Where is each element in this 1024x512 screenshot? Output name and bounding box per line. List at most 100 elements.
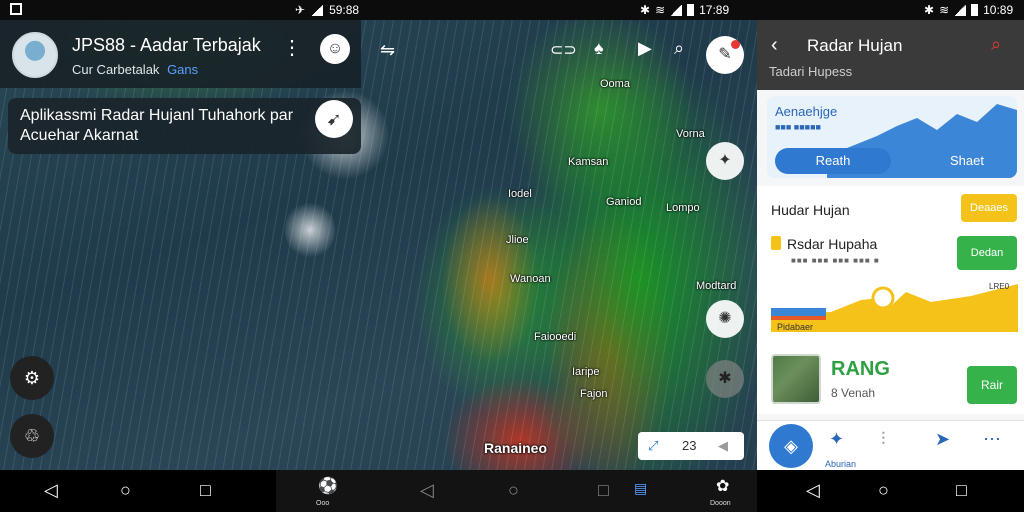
place-label: Iaripe bbox=[572, 366, 600, 378]
play-icon: ◀ bbox=[718, 438, 728, 453]
status-far: ✱ ≋ 10:89 bbox=[924, 3, 1013, 17]
nav-mid-right-label: Dooon bbox=[710, 500, 731, 507]
list-item[interactable]: Rsdar Hupaha ■■■ ■■■ ■■■ ■■■ ■ Dedan bbox=[757, 230, 1024, 272]
info-banner[interactable]: Aplikassmi Radar Hujanl Tuhahork par Acu… bbox=[8, 98, 361, 154]
status-mid: ✈ 59:88 bbox=[295, 3, 359, 17]
wifi-icon: ≋ bbox=[655, 3, 666, 17]
signal-icon bbox=[670, 4, 683, 16]
bolt-icon[interactable]: ♠ bbox=[594, 38, 604, 59]
nav-recents-icon[interactable]: □ bbox=[598, 480, 609, 501]
zoom-chip[interactable]: ⤢ 23 ◀ bbox=[638, 432, 744, 460]
smile-icon[interactable]: ☺ bbox=[320, 34, 350, 64]
nav-recents-icon[interactable]: □ bbox=[956, 480, 967, 501]
status-left bbox=[10, 3, 22, 15]
row-button[interactable]: Dedan bbox=[957, 236, 1017, 270]
nav-card-icon[interactable]: ▤ bbox=[634, 480, 647, 497]
card-subtitle: ■■■ ■■■■■ bbox=[775, 122, 821, 132]
recommend-subtitle: 8 Venah bbox=[831, 386, 876, 400]
map-toolbar: ⇋ ⊂⊃ ♠ ▶ ⌕ ✎ bbox=[380, 36, 757, 74]
gear-icon[interactable]: ⚙ bbox=[10, 356, 54, 400]
chart-label-right: LRE0 bbox=[989, 282, 1010, 291]
tab-star-icon[interactable]: ✦ bbox=[829, 429, 844, 450]
place-label: Kamsan bbox=[568, 156, 609, 168]
location-arrow-icon[interactable]: ➹ bbox=[315, 100, 353, 138]
rain-chart-card[interactable]: Pidabaer LRE0 bbox=[771, 272, 1018, 342]
recommend-button[interactable]: Rair bbox=[967, 366, 1017, 404]
kebab-menu-icon[interactable]: ⋮ bbox=[282, 38, 302, 58]
signal-icon bbox=[954, 4, 967, 16]
filter-icon[interactable]: ⇋ bbox=[380, 40, 395, 61]
recycle-icon[interactable]: ♲ bbox=[10, 414, 54, 458]
nav-home-icon[interactable]: ○ bbox=[878, 480, 889, 501]
row-title: Hudar Hujan bbox=[771, 202, 850, 218]
link-icon: ⤢ bbox=[648, 438, 659, 453]
row-title: Rsdar Hupaha bbox=[787, 236, 878, 252]
layers-icon[interactable]: ⊂⊃ bbox=[550, 40, 577, 60]
asterisk-icon[interactable]: ✱ bbox=[706, 360, 744, 398]
bluetooth-icon: ✱ bbox=[924, 3, 935, 17]
place-label: Ooma bbox=[600, 78, 630, 90]
toggle-left[interactable]: Reath bbox=[775, 148, 891, 174]
place-label: Fajon bbox=[580, 388, 608, 400]
bluetooth-icon: ✱ bbox=[640, 3, 651, 17]
row-button[interactable]: Deaaes bbox=[961, 194, 1017, 222]
chart-label-left: Pidabaer bbox=[777, 322, 814, 332]
tab-compass-icon[interactable]: ◈ bbox=[769, 424, 813, 468]
bottom-tab-bar: ◈ ✦ Aburian ⫶ ➤ ⋯ bbox=[757, 420, 1024, 470]
wifi-icon: ≋ bbox=[939, 3, 950, 17]
place-label: Vorna bbox=[676, 128, 705, 140]
nav-back-icon[interactable]: ◁ bbox=[420, 480, 434, 501]
panel-title: Radar Hujan bbox=[807, 36, 903, 55]
place-label: Faiooedi bbox=[534, 331, 577, 343]
app-subtitle: Cur Carbetalak Gans bbox=[72, 62, 198, 77]
tab-more-icon[interactable]: ⋯ bbox=[983, 429, 1001, 450]
app-subtitle-text: Cur Carbetalak bbox=[72, 62, 160, 77]
status-time-right: 17:89 bbox=[699, 3, 730, 17]
zoom-value: 23 bbox=[682, 438, 697, 453]
status-time-far: 10:89 bbox=[983, 3, 1014, 17]
card-title: Aenaehjge bbox=[775, 104, 838, 119]
place-label: Ranaineo bbox=[484, 440, 548, 456]
avatar[interactable] bbox=[12, 32, 58, 78]
recommend-title: RANG bbox=[831, 358, 890, 380]
back-arrow-icon[interactable]: ‹ bbox=[771, 34, 778, 57]
cloud-blob bbox=[285, 200, 335, 260]
status-bar: ✈ 59:88 ✱ ≋ 17:89 ✱ ≋ 10:89 bbox=[0, 0, 1024, 20]
signal-icon bbox=[311, 4, 324, 16]
tab-chart-icon[interactable]: ⫶ bbox=[881, 429, 886, 450]
chat-bubble-icon[interactable]: ✎ bbox=[706, 36, 744, 74]
system-nav-bar: ◁ ○ □ ⚽ Ooo ◁ ○ □ ▤ ✿ Dooon ◁ ○ □ bbox=[0, 470, 1024, 512]
app-thumbnail[interactable] bbox=[771, 354, 821, 404]
forecast-card[interactable]: Aenaehjge ■■■ ■■■■■ Reath Shaet bbox=[767, 96, 1017, 178]
sparkle-icon[interactable]: ✺ bbox=[706, 300, 744, 338]
subtitle-badge: Gans bbox=[167, 62, 199, 77]
status-right: ✱ ≋ 17:89 bbox=[640, 3, 729, 17]
nav-flower-icon[interactable]: ✿ bbox=[716, 476, 729, 496]
nav-recents-icon[interactable]: □ bbox=[200, 480, 211, 501]
tab-send-icon[interactable]: ➤ bbox=[935, 429, 950, 450]
app-title: JPS88 - Aadar Terbajak bbox=[72, 35, 261, 55]
nav-home-icon[interactable]: ○ bbox=[508, 480, 519, 501]
battery-icon bbox=[971, 4, 979, 16]
wifi-icon: ✈ bbox=[295, 3, 306, 17]
nav-mid-section: ⚽ Ooo ◁ ○ □ ▤ ✿ Dooon bbox=[276, 470, 757, 512]
tab-label: Aburian bbox=[825, 459, 857, 469]
toggle-right[interactable]: Shaet bbox=[927, 148, 1007, 174]
radar-map[interactable]: JPS88 - Aadar Terbajak Cur Carbetalak Ga… bbox=[0, 20, 757, 470]
battery-icon bbox=[687, 4, 695, 16]
nav-ball-icon[interactable]: ⚽ bbox=[318, 476, 338, 496]
play-icon[interactable]: ▶ bbox=[638, 38, 652, 59]
place-label: Jlioe bbox=[506, 234, 529, 246]
place-label: Modtard bbox=[696, 280, 737, 292]
list-item[interactable]: Hudar Hujan Deaaes bbox=[757, 186, 1024, 226]
nav-home-icon[interactable]: ○ bbox=[120, 480, 131, 501]
compass-icon[interactable]: ✦ bbox=[706, 142, 744, 180]
status-time-left: 59:88 bbox=[329, 3, 360, 17]
app-header: JPS88 - Aadar Terbajak Cur Carbetalak Ga… bbox=[0, 20, 361, 88]
search-icon[interactable]: ⌕ bbox=[991, 34, 1001, 55]
search-icon[interactable]: ⌕ bbox=[674, 38, 684, 59]
nav-back-icon[interactable]: ◁ bbox=[44, 480, 58, 501]
nav-back-icon[interactable]: ◁ bbox=[806, 480, 820, 501]
tag-icon bbox=[771, 236, 781, 250]
panel-subtitle: Tadari Hupess bbox=[769, 64, 853, 79]
